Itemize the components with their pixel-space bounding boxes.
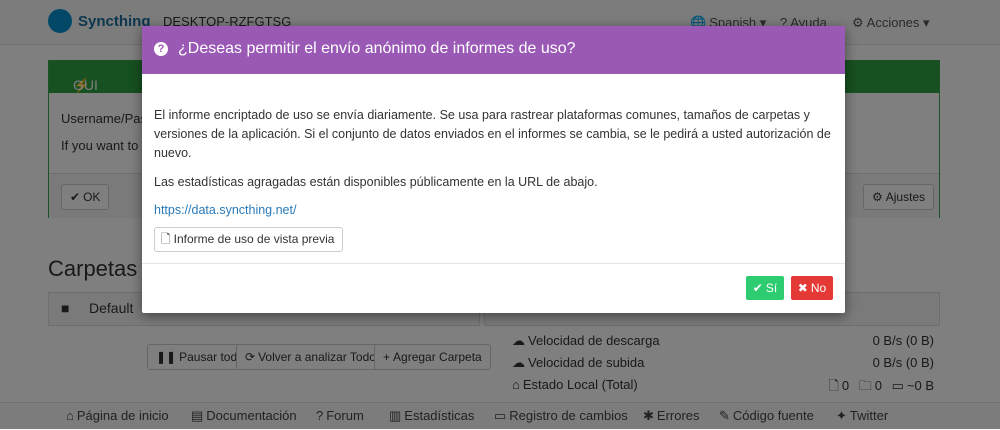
check-icon: ✔ — [752, 281, 763, 295]
modal-title: ¿Deseas permitir el envío anónimo de inf… — [178, 40, 576, 57]
modal-footer-divider — [142, 263, 845, 264]
modal-paragraph-2: Las estadísticas agragadas están disponi… — [154, 175, 598, 189]
yes-label: Sí — [765, 281, 778, 295]
preview-report-button[interactable]: 🗋 Informe de uso de vista previa — [154, 227, 344, 252]
no-button[interactable]: ✖ No — [791, 276, 833, 300]
stats-url-link[interactable]: https://data.syncthing.net/ — [154, 201, 296, 220]
times-icon: ✖ — [797, 281, 808, 295]
question-circle-icon: ? — [154, 42, 168, 56]
modal-paragraph-1: El informe encriptado de uso se envía di… — [154, 108, 831, 160]
modal-header: ? ¿Deseas permitir el envío anónimo de i… — [142, 26, 845, 74]
usage-report-modal: ? ¿Deseas permitir el envío anónimo de i… — [142, 26, 845, 313]
file-icon: 🗋 — [161, 232, 171, 246]
preview-report-label: Informe de uso de vista previa — [173, 232, 335, 246]
yes-button[interactable]: ✔ Sí — [746, 276, 784, 300]
no-label: No — [810, 281, 827, 295]
